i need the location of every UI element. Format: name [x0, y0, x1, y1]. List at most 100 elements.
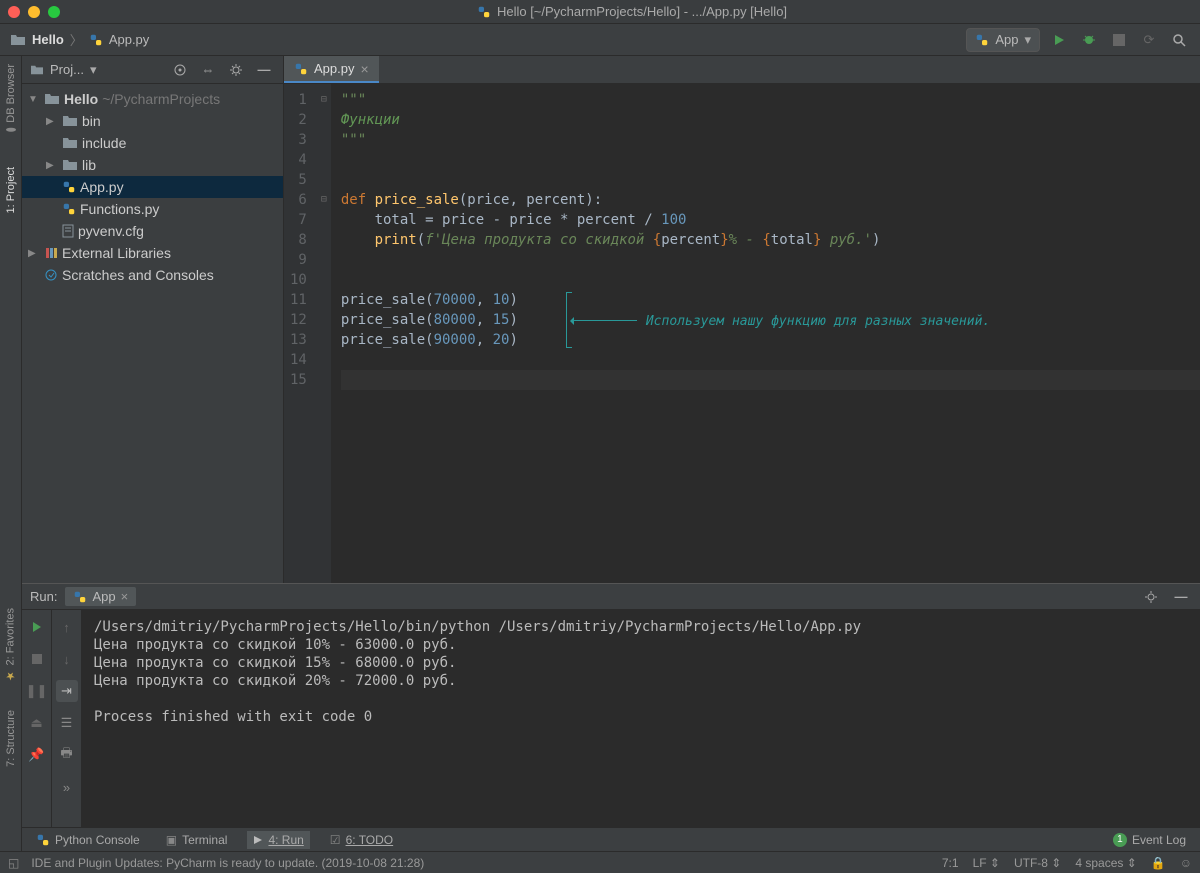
tree-item[interactable]: ▶ bin — [22, 110, 283, 132]
chevron-down-icon[interactable]: ▾ — [90, 62, 97, 78]
file-icon — [62, 224, 74, 238]
navigation-bar: Hello 〉 App.py App ▾ ⟳ — [0, 24, 1200, 56]
window-title: Hello [~/PycharmProjects/Hello] - .../Ap… — [72, 4, 1192, 19]
run-panel-header: Run: App × — — [22, 584, 1200, 610]
run-toolbar-primary: ❚❚ ⏏ 📌 — [22, 610, 52, 827]
up-icon[interactable]: ↑ — [56, 616, 78, 638]
expand-all-icon[interactable]: ⇔ — [197, 59, 219, 81]
folder-icon — [44, 92, 60, 106]
lock-icon[interactable]: 🔒 — [1151, 856, 1166, 870]
print-button[interactable]: 🖶 — [56, 744, 78, 766]
more-icon[interactable]: » — [56, 776, 78, 798]
close-tab-icon[interactable]: × — [121, 589, 129, 604]
close-tab-icon[interactable]: × — [360, 61, 368, 77]
breadcrumb[interactable]: Hello 〉 App.py — [10, 30, 149, 49]
close-window-button[interactable] — [8, 6, 20, 18]
run-config-tab-label: App — [92, 589, 115, 604]
project-tab[interactable]: 1: Project — [3, 163, 19, 217]
project-panel-title: Proj... — [50, 62, 84, 77]
tree-item-label: lib — [82, 157, 96, 173]
stop-button[interactable] — [26, 648, 48, 670]
event-log-tab[interactable]: 1 Event Log — [1107, 831, 1192, 849]
scratches-icon — [44, 268, 58, 282]
tree-item[interactable]: ▶ lib — [22, 154, 283, 176]
breadcrumb-file[interactable]: App.py — [109, 32, 149, 47]
caret-position[interactable]: 7:1 — [942, 856, 959, 870]
scroll-to-end-button[interactable]: ☰ — [56, 712, 78, 734]
tree-item[interactable]: pyvenv.cfg — [22, 220, 283, 242]
stop-button[interactable] — [1108, 29, 1130, 51]
db-browser-tab[interactable]: DB Browser — [3, 60, 19, 143]
todo-tab[interactable]: ☑ 6: TODO — [324, 831, 399, 849]
update-running-button[interactable]: ⟳ — [1138, 29, 1160, 51]
folder-icon — [62, 114, 78, 128]
editor-body[interactable]: 123456789101112131415 ⊟⊟ """Функции"""de… — [284, 84, 1200, 583]
tree-root-path: ~/PycharmProjects — [102, 91, 220, 107]
gear-icon[interactable] — [1140, 586, 1162, 608]
run-output[interactable]: /Users/dmitriy/PycharmProjects/Hello/bin… — [82, 610, 1200, 827]
expand-arrow-icon[interactable]: ▶ — [46, 116, 58, 127]
breadcrumb-project[interactable]: Hello — [32, 32, 64, 47]
structure-tab[interactable]: 7: Structure — [3, 706, 19, 771]
python-icon — [36, 833, 50, 847]
code-annotation: Используем нашу функцию для разных значе… — [646, 312, 990, 332]
indent-setting[interactable]: 4 spaces ⇕ — [1075, 856, 1136, 870]
python-console-tab[interactable]: Python Console — [30, 831, 146, 849]
editor-tab-app[interactable]: App.py × — [284, 56, 379, 83]
scratches-and-consoles[interactable]: Scratches and Consoles — [22, 264, 283, 286]
expand-arrow-icon[interactable]: ▶ — [28, 248, 40, 259]
status-message[interactable]: IDE and Plugin Updates: PyCharm is ready… — [31, 856, 424, 870]
run-label: Run: — [30, 589, 57, 604]
external-libraries-label: External Libraries — [62, 245, 171, 261]
search-everywhere-button[interactable] — [1168, 29, 1190, 51]
tree-item-label: bin — [82, 113, 101, 129]
editor-area: App.py × 123456789101112131415 ⊟⊟ """Фун… — [284, 56, 1200, 583]
todo-icon: ☑ — [330, 833, 341, 847]
soft-wrap-button[interactable]: ⇥ — [56, 680, 78, 702]
tree-item[interactable]: Functions.py — [22, 198, 283, 220]
line-separator[interactable]: LF ⇕ — [973, 856, 1000, 870]
debug-button[interactable] — [1078, 29, 1100, 51]
tool-windows-icon[interactable]: ◱ — [8, 856, 19, 870]
status-bar: ◱ IDE and Plugin Updates: PyCharm is rea… — [0, 851, 1200, 873]
external-libraries[interactable]: ▶ External Libraries — [22, 242, 283, 264]
tree-item-label: include — [82, 135, 126, 151]
bottom-tool-stripe: Python Console ▣ Terminal 4: Run ☑ 6: TO… — [22, 827, 1200, 851]
run-configuration-selector[interactable]: App ▾ — [966, 28, 1040, 52]
down-icon[interactable]: ↓ — [56, 648, 78, 670]
gear-icon[interactable] — [225, 59, 247, 81]
inspector-icon[interactable]: ☺ — [1180, 856, 1192, 870]
exit-button[interactable]: ⏏ — [26, 712, 48, 734]
expand-arrow-icon[interactable]: ▼ — [28, 94, 40, 105]
file-encoding[interactable]: UTF-8 ⇕ — [1014, 856, 1061, 870]
project-tool-window: Proj... ▾ ⇔ — ▼ Hello — [22, 56, 284, 583]
locate-icon[interactable] — [169, 59, 191, 81]
tree-item[interactable]: include — [22, 132, 283, 154]
pause-button[interactable]: ❚❚ — [26, 680, 48, 702]
py-icon — [62, 202, 76, 216]
terminal-tab[interactable]: ▣ Terminal — [160, 831, 234, 849]
fold-gutter[interactable]: ⊟⊟ — [317, 84, 331, 583]
run-config-label: App — [995, 32, 1018, 47]
line-numbers-gutter[interactable]: 123456789101112131415 — [284, 84, 317, 583]
folder-icon — [62, 158, 78, 172]
minimize-window-button[interactable] — [28, 6, 40, 18]
run-tab[interactable]: 4: Run — [247, 831, 309, 849]
favorites-tab[interactable]: ★ 2: Favorites — [2, 604, 19, 686]
breadcrumb-separator: 〉 — [70, 30, 83, 49]
run-config-tab[interactable]: App × — [65, 587, 136, 606]
code-area[interactable]: """Функции"""def price_sale(price, perce… — [331, 84, 1200, 583]
run-button[interactable] — [1048, 29, 1070, 51]
tree-root[interactable]: ▼ Hello ~/PycharmProjects — [22, 88, 283, 110]
rerun-button[interactable] — [26, 616, 48, 638]
pin-button[interactable]: 📌 — [26, 744, 48, 766]
python-icon — [975, 33, 989, 47]
tree-item[interactable]: App.py — [22, 176, 283, 198]
project-icon — [30, 64, 44, 76]
maximize-window-button[interactable] — [48, 6, 60, 18]
hide-panel-icon[interactable]: — — [1170, 586, 1192, 608]
expand-arrow-icon[interactable]: ▶ — [46, 160, 58, 171]
project-tree[interactable]: ▼ Hello ~/PycharmProjects ▶ bin include ▶… — [22, 84, 283, 290]
python-file-icon — [477, 5, 491, 19]
hide-panel-icon[interactable]: — — [253, 59, 275, 81]
